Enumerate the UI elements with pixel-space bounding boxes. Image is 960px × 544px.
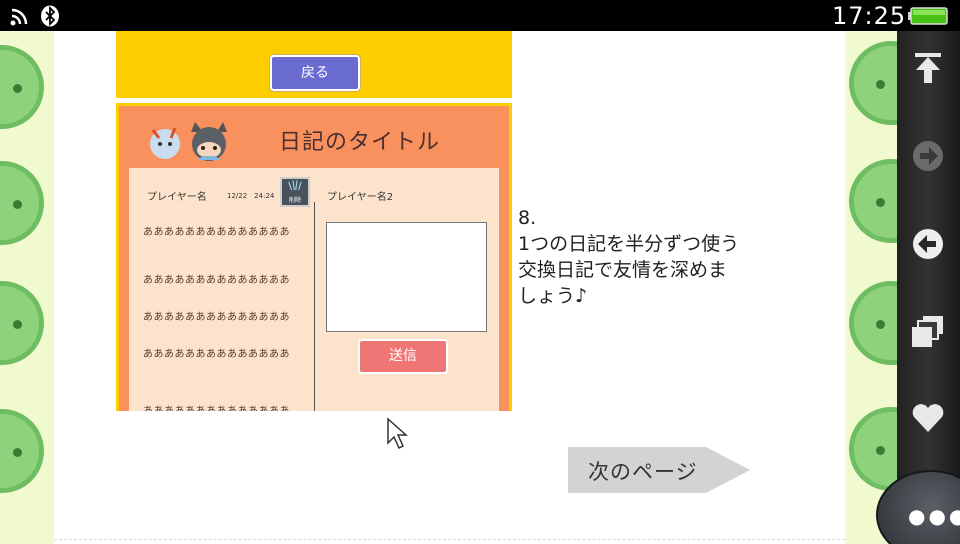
clock: 17:25 (832, 2, 907, 30)
caption-line: 交換日記で友情を深めま (518, 259, 728, 281)
battery-icon (908, 7, 948, 25)
next-page-label[interactable]: 次のページ (588, 456, 698, 486)
pointer-cursor-icon (387, 417, 408, 450)
caption-line: 1つの日記を半分ずつ使う (518, 233, 740, 255)
entry-line: ああああああああああああああ (143, 312, 290, 323)
diary-title: 日記のタイトル (279, 130, 441, 155)
step-caption: 8. 1つの日記を半分ずつ使う 交換日記で友情を深めま しょう♪ (518, 205, 739, 309)
entry-line: ああああああああああああああ (143, 402, 290, 411)
blob-decoration (849, 281, 897, 365)
app-screenshot: 戻る 日記のタイトル プレイヤー名 12/22 24:24 削除 プレイヤー名2… (116, 31, 512, 411)
blob-decoration (0, 409, 44, 493)
status-bar: 17:25 (0, 0, 960, 31)
bluetooth-icon (41, 5, 59, 27)
web-page: 戻る 日記のタイトル プレイヤー名 12/22 24:24 削除 プレイヤー名2… (54, 31, 845, 544)
delete-thumbnail[interactable]: 削除 (280, 177, 310, 207)
blob-decoration (0, 45, 44, 129)
browser-toolbar (897, 31, 960, 544)
column-divider (314, 202, 315, 411)
page-bottom-border (54, 539, 845, 540)
diary-input[interactable] (326, 222, 487, 332)
wallpaper-right (845, 31, 897, 544)
entry-line: ああああああああああああああ (143, 349, 290, 360)
send-button[interactable]: 送信 (358, 339, 448, 374)
blob-decoration (849, 41, 897, 125)
characters-icon (150, 122, 227, 161)
entry-line: ああああああああああああああ (143, 227, 290, 238)
header-band: 戻る (116, 31, 512, 98)
blob-decoration (849, 407, 897, 491)
back-button[interactable]: 戻る (270, 55, 360, 91)
player1-name: プレイヤー名 (147, 192, 207, 203)
entry-date: 12/22 24:24 (227, 192, 275, 200)
wifi-icon (10, 8, 28, 26)
entry-line: ああああああああああああああ (143, 275, 290, 286)
diary-panel: 日記のタイトル プレイヤー名 12/22 24:24 削除 プレイヤー名2 ああ… (116, 103, 512, 411)
blob-decoration (0, 281, 44, 365)
blob-decoration (0, 161, 44, 245)
blob-decoration (849, 159, 897, 243)
back-icon[interactable] (909, 225, 947, 263)
favorite-icon[interactable] (909, 399, 947, 437)
caption-line: しょう♪ (518, 285, 588, 307)
wallpaper-left (0, 31, 54, 544)
more-icon: ●●● (908, 504, 960, 528)
scroll-top-icon[interactable] (909, 49, 947, 87)
player2-name: プレイヤー名2 (327, 192, 394, 203)
diary-sheet: プレイヤー名 12/22 24:24 削除 プレイヤー名2 ああああああああああ… (129, 168, 499, 411)
forward-icon[interactable] (909, 137, 947, 175)
windows-icon[interactable] (909, 313, 947, 351)
step-number: 8. (518, 207, 537, 229)
thumbnail-label: 削除 (288, 197, 301, 204)
